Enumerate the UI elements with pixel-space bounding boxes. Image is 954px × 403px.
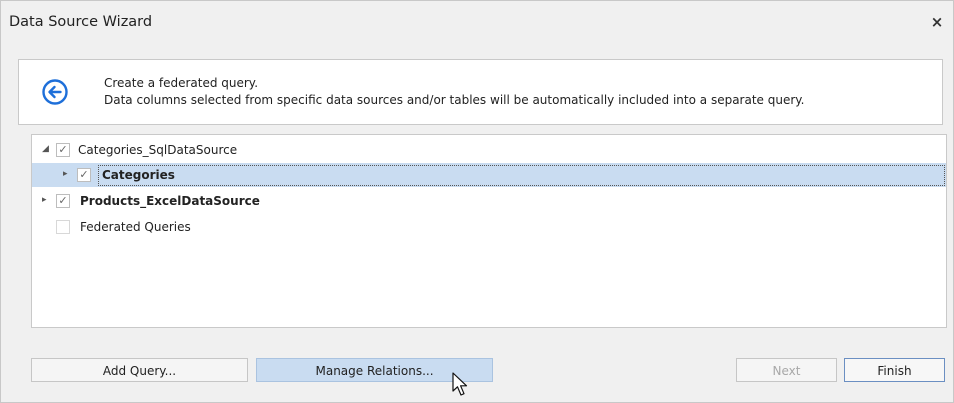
tree-item-products-exceldatasource[interactable]: ▸ ✓ Products_ExcelDataSource: [32, 189, 946, 213]
tree-item-categories[interactable]: ▸ ✓ Categories: [32, 163, 946, 187]
title-bar: Data Source Wizard ×: [1, 1, 953, 43]
wizard-window: Data Source Wizard × Create a federated …: [0, 0, 954, 403]
close-icon[interactable]: ×: [927, 13, 947, 31]
mouse-cursor-icon: [452, 372, 468, 396]
checkbox[interactable]: ✓: [56, 194, 70, 208]
back-arrow-icon[interactable]: [41, 78, 69, 106]
expand-icon[interactable]: ▸: [42, 195, 52, 205]
add-query-button[interactable]: Add Query...: [31, 358, 248, 382]
focus-rectangle: [98, 165, 945, 186]
checkbox[interactable]: ✓: [77, 168, 91, 182]
tree-item-label: Products_ExcelDataSource: [80, 194, 260, 208]
checkbox[interactable]: [56, 220, 70, 234]
tree-item-categories-sqldatasource[interactable]: ◢ ✓ Categories_SqlDataSource: [32, 138, 946, 162]
header-description: Data columns selected from specific data…: [104, 93, 805, 107]
tree-item-label: Categories: [102, 168, 175, 182]
header-title: Create a federated query.: [104, 76, 259, 90]
expand-icon[interactable]: ▸: [63, 169, 73, 179]
tree-item-label: Federated Queries: [80, 220, 191, 234]
finish-button[interactable]: Finish: [844, 358, 945, 382]
checkbox[interactable]: ✓: [56, 143, 70, 157]
tree-item-label: Categories_SqlDataSource: [78, 143, 238, 157]
data-source-tree: ◢ ✓ Categories_SqlDataSource ▸ ✓ Categor…: [31, 134, 947, 328]
header-panel: Create a federated query. Data columns s…: [18, 59, 943, 125]
next-button[interactable]: Next: [736, 358, 837, 382]
collapse-icon[interactable]: ◢: [42, 144, 52, 154]
tree-item-federated-queries[interactable]: Federated Queries: [32, 215, 946, 239]
window-title: Data Source Wizard: [9, 14, 153, 30]
